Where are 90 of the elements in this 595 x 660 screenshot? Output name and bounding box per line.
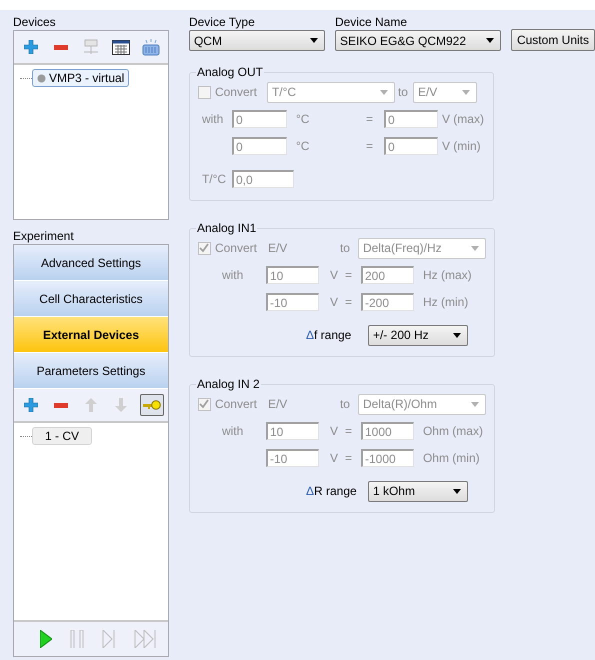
to-label: to <box>340 397 351 411</box>
input-field[interactable]: -200 <box>360 293 414 311</box>
plus-icon[interactable] <box>24 40 38 54</box>
caret-icon <box>470 402 479 406</box>
unit-label: V <box>330 295 339 309</box>
equals-sign: = <box>344 451 353 465</box>
key-icon <box>143 400 161 410</box>
equals-sign: = <box>344 268 353 282</box>
caret-icon <box>380 90 388 94</box>
experiment-tab[interactable]: Cell Characteristics <box>14 281 168 317</box>
devices-label: Devices <box>13 14 57 30</box>
table-icon[interactable] <box>112 40 130 54</box>
play-icon[interactable] <box>40 630 52 648</box>
input-field[interactable]: -10 <box>266 293 319 311</box>
experiment-tab[interactable]: External Devices <box>14 317 168 353</box>
input-field[interactable]: 1000 <box>360 422 414 440</box>
input-field[interactable]: 0,0 <box>232 170 294 188</box>
group-title: Analog IN 2 <box>196 377 261 391</box>
unit-label: Hz (min) <box>422 295 468 309</box>
skip-icon[interactable] <box>134 630 156 648</box>
input-field[interactable]: 200 <box>360 266 414 284</box>
unit-label: °C <box>296 139 310 153</box>
ball-icon <box>37 74 46 82</box>
caret-icon <box>462 90 470 94</box>
input-field[interactable]: -1000 <box>360 449 414 467</box>
convert-checkbox[interactable] <box>198 86 211 98</box>
caret-icon <box>452 332 461 338</box>
with-label: with <box>222 424 244 438</box>
network-icon[interactable] <box>82 39 100 55</box>
convert-checkbox[interactable] <box>198 398 211 410</box>
range-select[interactable]: +/- 200 Hz <box>368 324 468 346</box>
convert-checkbox[interactable] <box>198 242 211 254</box>
device-name-label: Device Name <box>334 14 408 30</box>
input-field[interactable]: 0 <box>384 137 438 155</box>
device-type-select[interactable]: QCM <box>188 30 325 51</box>
caret-icon <box>470 246 479 250</box>
input-field[interactable]: 10 <box>266 422 319 440</box>
range-select[interactable]: 1 kOhm <box>368 480 468 502</box>
equals-sign: = <box>366 139 374 153</box>
device-name-select[interactable]: SEIKO EG&G QCM922 <box>334 30 501 51</box>
source-unit: E/V <box>268 241 288 255</box>
input-field[interactable]: -10 <box>266 449 319 467</box>
unit-label: V <box>330 268 339 282</box>
convert-label: Convert <box>214 85 258 99</box>
group-title: Analog IN1 <box>196 221 258 235</box>
experiment-label: Experiment <box>13 228 75 244</box>
experiment-tab[interactable]: Parameters Settings <box>14 353 168 389</box>
to-label: to <box>398 85 409 99</box>
group-title: Analog OUT <box>196 65 264 79</box>
unit-label: V (min) <box>442 139 481 153</box>
with-label: with <box>222 268 244 282</box>
equals-sign: = <box>366 112 374 126</box>
step-icon[interactable] <box>102 630 116 648</box>
pause-icon[interactable] <box>70 630 84 648</box>
with-label: with <box>202 112 224 126</box>
device-icon[interactable] <box>142 38 160 56</box>
to-label: to <box>340 241 351 255</box>
device-type-label: Device Type <box>188 14 256 30</box>
key-button[interactable] <box>140 394 164 416</box>
step-tree-item[interactable]: 1 - CV <box>32 427 92 445</box>
range-label: ΔR range <box>306 484 357 498</box>
range-label: Δf range <box>306 328 352 342</box>
unit-label: °C <box>296 112 310 126</box>
unit-label: V <box>330 424 339 438</box>
unit-label: V (max) <box>442 112 484 126</box>
custom-units-button[interactable]: Custom Units <box>510 29 595 51</box>
up-arrow-icon[interactable] <box>85 398 97 412</box>
convert-label: Convert <box>214 241 258 255</box>
caret-icon <box>310 38 318 43</box>
caret-icon <box>452 488 461 494</box>
input-field[interactable]: 10 <box>266 266 319 284</box>
minus-icon[interactable] <box>54 44 68 50</box>
device-tree-item[interactable]: VMP3 - virtual <box>32 69 130 87</box>
unit-label: Hz (max) <box>422 268 472 282</box>
temperature-label: T/°C <box>202 172 228 186</box>
input-field[interactable]: 0 <box>232 137 287 155</box>
equals-sign: = <box>344 295 353 309</box>
down-arrow-icon[interactable] <box>115 398 127 412</box>
input-field[interactable]: 0 <box>232 110 287 128</box>
source-unit: E/V <box>268 397 288 411</box>
unit-label: Ohm (max) <box>422 424 483 438</box>
experiment-tab[interactable]: Advanced Settings <box>14 245 168 281</box>
minus-icon[interactable] <box>54 402 68 408</box>
caret-icon <box>486 38 494 43</box>
input-field[interactable]: 0 <box>384 110 438 128</box>
equals-sign: = <box>344 424 353 438</box>
unit-label: V <box>330 451 339 465</box>
unit-label: Ohm (min) <box>422 451 480 465</box>
convert-label: Convert <box>214 397 258 411</box>
plus-icon[interactable] <box>24 398 38 412</box>
